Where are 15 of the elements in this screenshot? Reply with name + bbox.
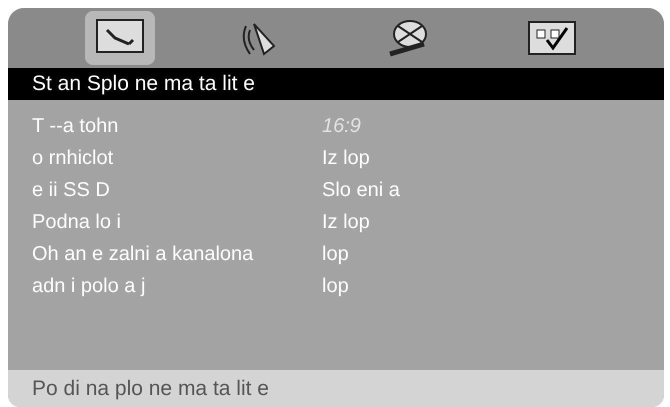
setting-value[interactable]: Iz lop	[322, 146, 664, 170]
setting-value[interactable]: lop	[322, 274, 664, 298]
help-text: Po di na plo ne ma ta lit e	[8, 370, 664, 407]
menu-tab[interactable]	[85, 11, 155, 65]
setting-value[interactable]: Iz lop	[322, 210, 664, 234]
setting-label: Oh an e zalni a kanalona	[32, 242, 254, 266]
setting-label: e ii SS D	[32, 178, 111, 202]
section-title: St an Splo ne ma ta lit e	[8, 68, 664, 100]
checkmark-grid-icon	[525, 18, 579, 58]
setting-value[interactable]: lop	[322, 242, 664, 266]
setting-value[interactable]: Slo eni a	[322, 178, 664, 202]
setting-label: T --a tohn	[32, 114, 120, 138]
setting-label: adn i polo a j	[32, 274, 146, 298]
setting-label: Podna lo i	[32, 210, 122, 234]
setting-label: o rnhiclot	[32, 146, 114, 170]
